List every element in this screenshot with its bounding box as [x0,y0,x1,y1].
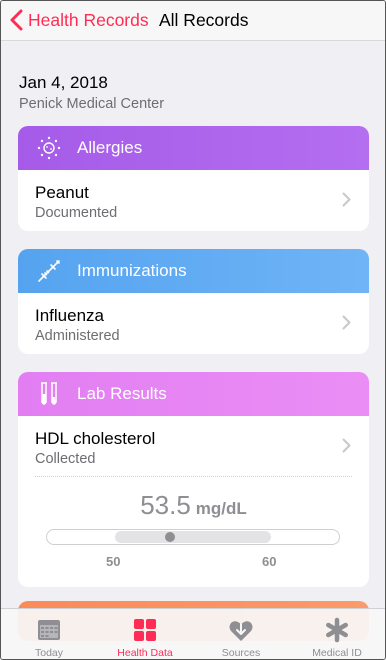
lab-results-category-label: Lab Results [77,384,167,403]
grid-icon [134,619,156,641]
provider-name: Penick Medical Center [19,96,165,112]
syringe-icon [38,260,60,282]
tab-today[interactable]: Today [1,609,97,659]
back-button-label: Health Records [28,9,149,30]
chevron-right-icon [342,192,351,207]
range-high-label: 60 [262,554,277,569]
immunization-record-row[interactable]: Influenza Administered [18,293,369,353]
back-button[interactable]: Health Records [9,8,149,32]
tab-today-label: Today [34,647,64,659]
page-title: All Records [159,10,249,30]
asterisk-icon [326,617,348,643]
lab-result-status: Collected [35,451,96,467]
calendar-icon [38,620,60,640]
range-low-label: 50 [106,554,121,569]
tab-medical-id-label: Medical ID [312,647,362,659]
allergy-record-row[interactable]: Peanut Documented [18,170,369,230]
reference-range-bar [46,529,340,545]
test-tubes-icon [41,382,57,405]
allergy-pollen-icon [37,136,61,160]
tab-sources-label: Sources [221,647,261,659]
tab-medical-id[interactable]: Medical ID [289,609,385,659]
allergy-record-title: Peanut [35,183,89,202]
lab-results-card: Lab Results HDL cholesterol Collected 53… [18,372,369,587]
tab-health-data[interactable]: Health Data [97,609,193,659]
lab-value-marker [164,532,175,542]
allergies-category-label: Allergies [77,138,143,157]
allergies-card: Allergies Peanut Documented [18,126,369,231]
dotted-divider [35,476,352,477]
lab-value-number: 53.5 [140,490,191,520]
lab-value-unit: mg/dL [195,499,247,518]
tab-sources[interactable]: Sources [193,609,289,659]
chevron-right-icon [342,315,351,330]
immunizations-card: Immunizations Influenza Administered [18,249,369,354]
reference-range-fill [115,531,271,543]
heart-download-icon [229,621,253,641]
tab-health-data-label: Health Data [117,647,173,659]
immunizations-category-label: Immunizations [77,261,187,280]
lab-result-row[interactable]: HDL cholesterol Collected [18,416,369,476]
chevron-left-icon [10,9,23,31]
record-date: Jan 4, 2018 [19,73,108,92]
chevron-right-icon [342,438,351,453]
tab-bar: Today Health Data Sources Medical ID [1,608,385,659]
lab-result-title: HDL cholesterol [35,429,156,448]
allergies-card-header: Allergies [18,126,369,170]
immunization-record-status: Administered [35,328,120,344]
immunization-record-title: Influenza [35,306,104,325]
navigation-bar: Health Records All Records [1,1,385,41]
screen: Health Records All Records Jan 4, 2018 P… [0,0,386,660]
lab-value-readout: 53.5 mg/dL [18,490,369,521]
lab-results-card-header: Lab Results [18,372,369,416]
allergy-record-status: Documented [35,205,118,221]
immunizations-card-header: Immunizations [18,249,369,293]
